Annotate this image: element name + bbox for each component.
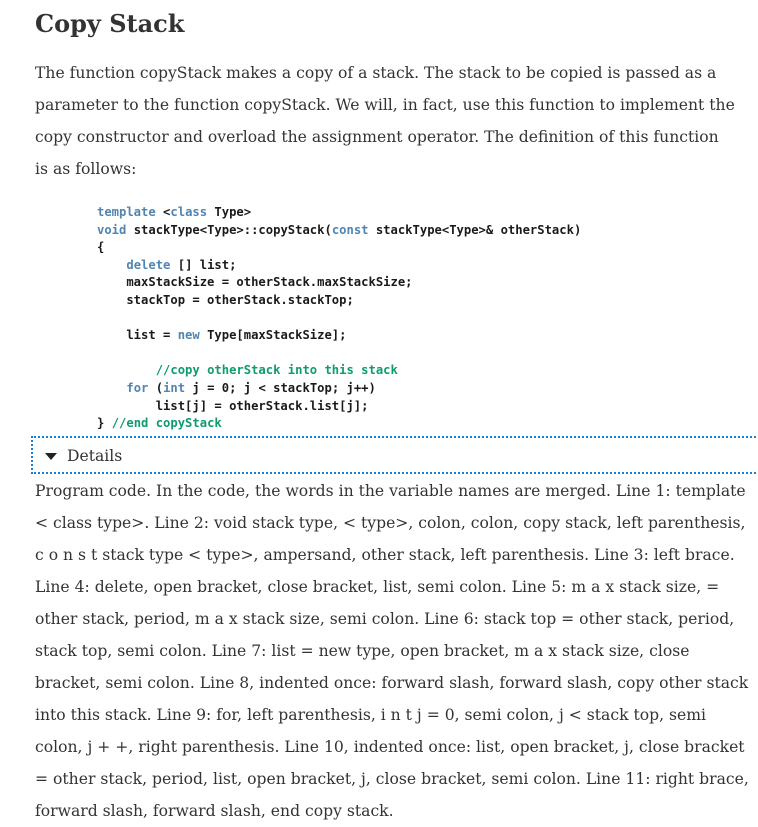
intro-paragraph: The function copyStack makes a copy of a… (35, 64, 735, 178)
code-keyword: template (97, 205, 156, 219)
page-title: Copy Stack (35, 9, 185, 38)
code-keyword: int (163, 380, 186, 395)
code-description: Program code. In the code, the words in … (35, 482, 749, 820)
code-comment: //end copyStack (111, 416, 222, 431)
code-line: delete [] list; (97, 257, 581, 275)
triangle-down-icon (45, 453, 57, 460)
code-line: maxStackSize = otherStack.maxStackSize; (97, 274, 581, 292)
code-line: list[j] = otherStack.list[j]; (97, 398, 581, 416)
code-text: stackType<Type>::copyStack( (126, 222, 332, 237)
code-text: list = (97, 328, 178, 343)
code-line: list = new Type[maxStackSize]; (97, 327, 581, 345)
code-keyword: delete (126, 257, 171, 272)
code-text: < (155, 205, 171, 219)
code-line: stackTop = otherStack.stackTop; (97, 292, 581, 310)
details-disclosure[interactable]: Details (31, 436, 758, 474)
code-block: template <class Type> void stackType<Type… (97, 204, 581, 433)
code-text: ( (148, 380, 164, 395)
details-summary-toggle[interactable]: Details (45, 445, 122, 467)
code-text: Type> (207, 205, 252, 219)
code-figure: template <class Type> void stackType<Type… (97, 204, 581, 433)
code-text: list[j] = otherStack.list[j]; (97, 398, 369, 413)
code-keyword: class (170, 205, 208, 219)
code-text: j = 0; j < stackTop; j++) (185, 380, 376, 395)
code-keyword: for (126, 380, 149, 395)
code-line: //copy otherStack into this stack (97, 362, 581, 380)
code-comment: //copy otherStack into this stack (155, 363, 398, 378)
code-text: [] list; (170, 257, 237, 272)
code-text: Type[maxStackSize]; (199, 328, 347, 343)
code-line: { (97, 239, 581, 257)
code-keyword: void (97, 222, 127, 237)
code-text: maxStackSize = otherStack.maxStackSize; (97, 275, 413, 290)
details-label: Details (67, 447, 123, 465)
code-text: stackTop = otherStack.stackTop; (97, 292, 354, 307)
code-line: template <class Type> (97, 204, 581, 222)
code-text: { (97, 240, 105, 255)
code-text: } (97, 416, 112, 431)
code-text: stackType<Type>& otherStack) (368, 222, 582, 237)
code-line: } //end copyStack (97, 415, 581, 433)
code-line: for (int j = 0; j < stackTop; j++) (97, 380, 581, 398)
code-keyword: new (177, 328, 200, 343)
code-keyword: const (331, 222, 369, 237)
code-line: void stackType<Type>::copyStack(const st… (97, 222, 581, 240)
